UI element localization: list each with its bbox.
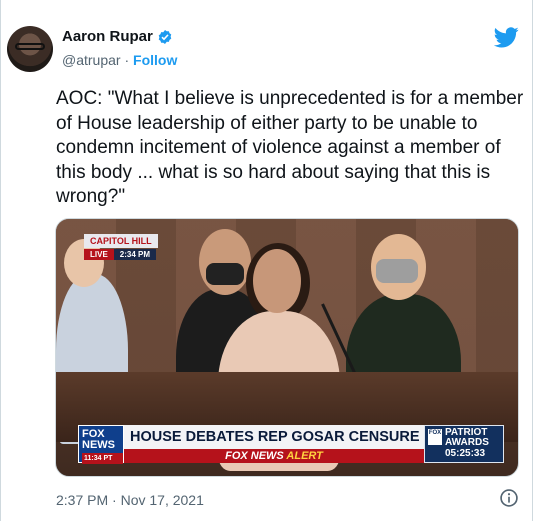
author-handle-row: @atrupar · Follow [62,52,177,68]
handle-separator: · [124,52,130,68]
live-label: LIVE [84,249,114,260]
location-label: CAPITOL HILL [84,234,158,248]
author-name-row: Aaron Rupar [62,28,173,45]
tweet-video-still[interactable]: CAPITOL HILL LIVE 2:34 PM FOX NEWS 11:34… [55,218,519,477]
lower-third: FOX NEWS 11:34 PT HOUSE DEBATES REP GOSA… [78,425,504,465]
verified-badge-icon [158,29,172,44]
person-back-left-head [199,229,251,295]
follow-button[interactable]: Follow [133,52,177,68]
author-name[interactable]: Aaron Rupar [62,28,153,45]
alert-bar: FOX NEWS ALERT [124,449,424,463]
tweet-timestamp[interactable]: 2:37 PM · Nov 17, 2021 [56,492,204,508]
face-mask [206,263,244,285]
promo-title: PATRIOT AWARDS [445,427,489,448]
patriot-awards-promo: FOX PATRIOT AWARDS 05:25:33 [424,425,504,463]
alert-word: ALERT [286,450,323,462]
promo-logo: FOX [428,429,442,445]
avatar-glasses [15,43,45,50]
alert-prefix: FOX NEWS [225,450,284,462]
promo-countdown: 05:25:33 [445,448,486,459]
network-logo-text: FOX NEWS [82,428,115,451]
author-handle[interactable]: @atrupar [62,52,121,68]
info-icon[interactable] [499,488,519,508]
face-mask [376,259,418,283]
author-avatar[interactable] [7,26,53,72]
logo-time: 11:34 PT [82,453,123,464]
tweet-card: Aaron Rupar @atrupar · Follow AOC: "What… [0,0,533,521]
tweet-text: AOC: "What I believe is unprecedented is… [56,88,524,207]
chyron-headline: HOUSE DEBATES REP GOSAR CENSURE OVER VID… [124,425,424,449]
fox-news-logo: FOX NEWS 11:34 PT [78,425,124,464]
speaker-head [253,249,301,313]
live-time: 2:34 PM [113,249,157,260]
twitter-bird-icon[interactable] [494,27,519,48]
location-bug: CAPITOL HILL LIVE 2:34 PM [84,231,194,260]
